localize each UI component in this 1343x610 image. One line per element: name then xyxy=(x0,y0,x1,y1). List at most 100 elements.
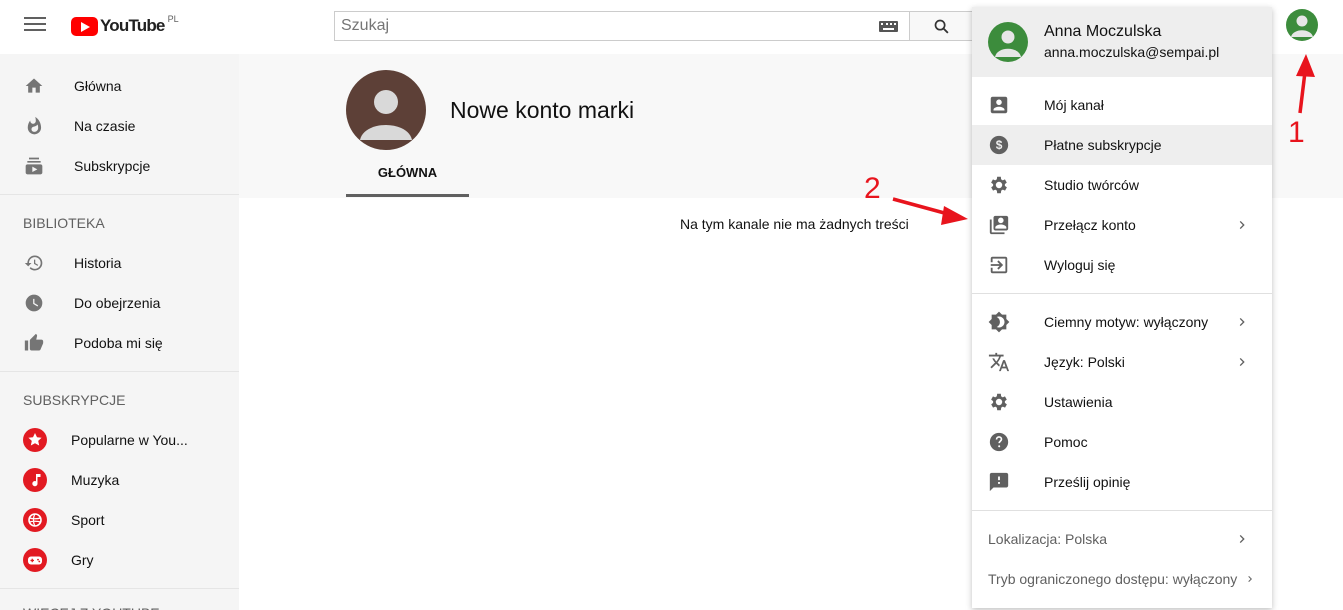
channel-avatar[interactable] xyxy=(346,70,426,150)
sidebar-item-label: Historia xyxy=(74,255,122,271)
sidebar-sub-sport[interactable]: Sport xyxy=(0,500,239,540)
sidebar-sub-music[interactable]: Muzyka xyxy=(0,460,239,500)
menu-item-paid-subscriptions[interactable]: $ Płatne subskrypcje xyxy=(972,125,1272,165)
divider xyxy=(0,194,239,195)
tab-home[interactable]: GŁÓWNA xyxy=(346,160,469,197)
menu-item-label: Wyloguj się xyxy=(1044,257,1116,273)
empty-channel-message: Na tym kanale nie ma żadnych treści xyxy=(680,216,909,232)
menu-item-dark-theme[interactable]: Ciemny motyw: wyłączony xyxy=(972,302,1272,342)
annotation-label-1: 1 xyxy=(1288,116,1305,149)
fire-icon xyxy=(27,116,42,135)
sidebar: Główna Na czasie Subskrypcje BIBLIOTEKA … xyxy=(0,54,239,610)
menu-item-language[interactable]: Język: Polski xyxy=(972,342,1272,382)
dollar-icon: $ xyxy=(989,135,1009,155)
sidebar-item-trending[interactable]: Na czasie xyxy=(0,106,239,146)
menu-item-label: Ciemny motyw: wyłączony xyxy=(1044,314,1209,330)
sidebar-item-label: Do obejrzenia xyxy=(74,295,161,311)
menu-item-label: Prześlij opinię xyxy=(1044,474,1131,490)
chevron-right-icon xyxy=(1239,221,1245,229)
menu-item-label: Płatne subskrypcje xyxy=(1044,137,1162,153)
subscriptions-icon xyxy=(25,157,43,175)
menu-item-label: Pomoc xyxy=(1044,434,1088,450)
sidebar-item-label: Muzyka xyxy=(71,472,120,488)
channel-avatar xyxy=(23,428,47,452)
chevron-right-icon xyxy=(1248,576,1252,582)
menu-item-switch-account[interactable]: Przełącz konto xyxy=(972,205,1272,245)
sidebar-sub-popular[interactable]: Popularne w You... xyxy=(0,420,239,460)
divider xyxy=(972,510,1272,511)
menu-item-label: Tryb ograniczonego dostępu: wyłączony xyxy=(988,571,1238,587)
history-icon xyxy=(24,255,43,271)
menu-item-label: Ustawienia xyxy=(1044,394,1113,410)
sidebar-item-label: Sport xyxy=(71,512,105,528)
gear-icon xyxy=(991,393,1007,411)
channel-avatar xyxy=(23,508,47,532)
youtube-logo[interactable]: YouTube PL xyxy=(71,14,179,38)
divider xyxy=(0,588,239,589)
section-title-subscriptions: SUBSKRYPCJE xyxy=(23,392,126,408)
menu-item-help[interactable]: Pomoc xyxy=(972,422,1272,462)
menu-item-restricted-mode[interactable]: Tryb ograniczonego dostępu: wyłączony xyxy=(972,559,1272,599)
sidebar-item-label: Gry xyxy=(71,552,94,568)
sidebar-sub-games[interactable]: Gry xyxy=(0,540,239,580)
menu-item-creator-studio[interactable]: Studio twórców xyxy=(972,165,1272,205)
sidebar-item-subscriptions[interactable]: Subskrypcje xyxy=(0,146,239,186)
account-menu-header: Anna Moczulska anna.moczulska@sempai.pl xyxy=(972,7,1272,77)
switch-account-icon xyxy=(989,215,1009,235)
gear-icon xyxy=(991,176,1007,194)
user-silhouette-icon xyxy=(1291,15,1313,37)
menu-item-label: Studio twórców xyxy=(1044,177,1139,193)
menu-item-my-channel[interactable]: Mój kanał xyxy=(972,85,1272,125)
section-title-library: BIBLIOTEKA xyxy=(23,215,105,231)
help-icon xyxy=(989,432,1009,452)
ball-icon xyxy=(28,513,42,527)
search-box xyxy=(334,11,910,41)
menu-item-settings[interactable]: Ustawienia xyxy=(972,382,1272,422)
thumb-up-icon xyxy=(24,333,44,351)
user-silhouette-icon xyxy=(995,30,1021,57)
star-icon xyxy=(28,433,42,446)
sidebar-item-label: Popularne w You... xyxy=(71,432,188,448)
annotation-label-2: 2 xyxy=(864,172,881,205)
divider xyxy=(972,293,1272,294)
search-icon xyxy=(934,19,949,34)
menu-item-location[interactable]: Lokalizacja: Polska xyxy=(972,519,1272,559)
sidebar-item-label: Na czasie xyxy=(74,118,136,134)
sidebar-item-watch-later[interactable]: Do obejrzenia xyxy=(0,283,239,323)
menu-item-label: Lokalizacja: Polska xyxy=(988,531,1108,547)
account-menu: Anna Moczulska anna.moczulska@sempai.pl … xyxy=(972,7,1272,608)
sidebar-item-label: Podoba mi się xyxy=(74,335,163,351)
logo-region: PL xyxy=(167,14,179,24)
search-input[interactable] xyxy=(341,17,861,35)
menu-item-feedback[interactable]: Prześlij opinię xyxy=(972,462,1272,502)
sidebar-item-history[interactable]: Historia xyxy=(0,243,239,283)
account-avatar-button[interactable] xyxy=(1286,9,1318,41)
sidebar-item-label: Główna xyxy=(74,78,122,94)
menu-icon[interactable] xyxy=(24,17,46,35)
sidebar-item-liked[interactable]: Podoba mi się xyxy=(0,323,239,363)
clock-icon xyxy=(25,294,43,312)
gamepad-icon xyxy=(28,556,42,565)
avatar xyxy=(988,22,1028,62)
menu-item-label: Przełącz konto xyxy=(1044,217,1136,233)
channel-avatar xyxy=(23,548,47,572)
divider xyxy=(0,371,239,372)
sidebar-item-home[interactable]: Główna xyxy=(0,66,239,106)
translate-icon xyxy=(988,352,1010,372)
user-silhouette-icon xyxy=(360,90,412,140)
dark-theme-icon xyxy=(988,311,1010,333)
music-icon xyxy=(32,474,41,487)
menu-item-label: Mój kanał xyxy=(1044,97,1104,113)
search-button[interactable] xyxy=(909,11,973,41)
menu-item-logout[interactable]: Wyloguj się xyxy=(972,245,1272,285)
section-title-more: WIĘCEJ Z YOUTUBE xyxy=(0,597,239,610)
play-logo-icon xyxy=(71,16,98,36)
chevron-right-icon xyxy=(1239,318,1245,326)
channel-avatar xyxy=(23,468,47,492)
menu-item-label: Język: Polski xyxy=(1044,354,1125,370)
keyboard-icon[interactable] xyxy=(879,21,898,32)
chevron-right-icon xyxy=(1239,358,1245,366)
sidebar-item-label: Subskrypcje xyxy=(74,158,151,174)
account-name: Anna Moczulska xyxy=(1044,23,1162,40)
svg-text:$: $ xyxy=(996,138,1003,152)
